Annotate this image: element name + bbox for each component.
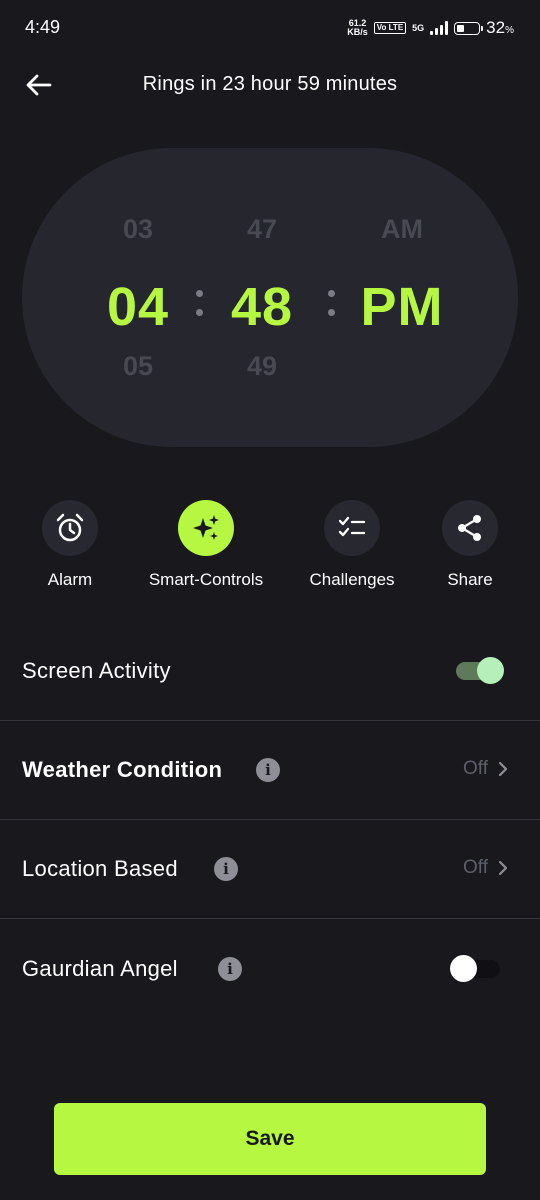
tab-label: Alarm <box>47 570 93 589</box>
info-icon[interactable]: i <box>256 758 280 782</box>
status-time: 4:49 <box>25 17 61 37</box>
tab-label: Share <box>447 570 493 589</box>
minute-selected[interactable]: 48 <box>218 276 306 338</box>
screen-activity-toggle[interactable] <box>454 657 506 685</box>
minute-prev[interactable]: 47 <box>234 214 290 245</box>
setting-location-based[interactable]: Location Based i Off <box>0 820 540 918</box>
sparkles-icon <box>178 500 234 556</box>
toggle-thumb <box>477 657 504 684</box>
battery-percent: 32 <box>486 18 506 37</box>
status-bar: 4:49 61.2 KB/s Vo LTE 5G 32% <box>0 0 540 56</box>
time-separator <box>196 290 203 328</box>
setting-screen-activity[interactable]: Screen Activity <box>0 622 540 720</box>
setting-label: Weather Condition <box>22 757 223 782</box>
signal-strength-icon <box>430 21 449 35</box>
time-separator <box>328 290 335 328</box>
save-button[interactable]: Save <box>54 1103 486 1175</box>
minute-next[interactable]: 49 <box>234 351 290 382</box>
info-icon[interactable]: i <box>214 857 238 881</box>
share-icon <box>442 500 498 556</box>
period-selected[interactable]: PM <box>352 276 452 338</box>
setting-label: Location Based <box>22 856 178 881</box>
chevron-right-icon <box>498 860 508 876</box>
battery-level: 32% <box>486 18 514 38</box>
page-title: Rings in 23 hour 59 minutes <box>142 73 398 95</box>
alarm-clock-icon <box>42 500 98 556</box>
hour-prev[interactable]: 03 <box>110 214 166 245</box>
header: Rings in 23 hour 59 minutes <box>0 60 540 110</box>
time-picker: 03 04 05 47 48 49 AM PM <box>22 148 518 447</box>
chevron-right-icon <box>498 761 508 777</box>
info-icon[interactable]: i <box>218 957 242 981</box>
setting-value: Off <box>463 758 508 780</box>
setting-guardian-angel[interactable]: Gaurdian Angel i <box>0 919 540 1017</box>
tab-smart-controls[interactable]: Smart-Controls <box>136 497 276 590</box>
guardian-angel-toggle[interactable] <box>450 955 502 983</box>
status-indicators: 61.2 KB/s Vo LTE 5G 32% <box>347 16 514 40</box>
battery-icon <box>454 21 484 35</box>
network-type: 5G <box>412 22 425 33</box>
toggle-thumb <box>450 955 477 982</box>
network-speed-unit: KB/s <box>347 27 368 37</box>
setting-label: Gaurdian Angel <box>22 956 178 981</box>
network-speed: 61.2 KB/s <box>347 19 368 37</box>
checklist-icon <box>324 500 380 556</box>
weather-condition-value: Off <box>463 758 488 779</box>
period-prev[interactable]: AM <box>370 214 434 245</box>
setting-label: Screen Activity <box>22 658 171 683</box>
tab-alarm[interactable]: Alarm <box>0 497 140 590</box>
hour-selected[interactable]: 04 <box>94 276 182 338</box>
setting-value: Off <box>463 857 508 879</box>
volte-icon: Vo LTE <box>373 22 407 34</box>
tab-share[interactable]: Share <box>400 497 540 590</box>
setting-weather-condition[interactable]: Weather Condition i Off <box>0 721 540 819</box>
tab-bar: Alarm Smart-Controls Challenges Share <box>0 497 540 597</box>
hour-next[interactable]: 05 <box>110 351 166 382</box>
location-based-value: Off <box>463 857 488 878</box>
tab-label: Smart-Controls <box>148 570 264 589</box>
battery-unit: % <box>505 25 514 36</box>
